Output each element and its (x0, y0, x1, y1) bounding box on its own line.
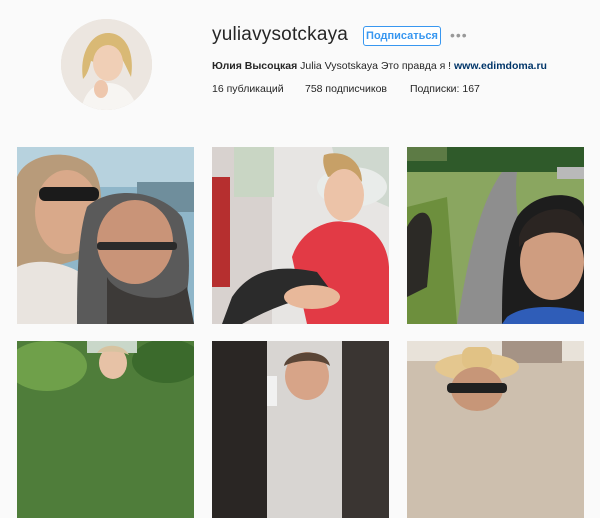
profile-bio: Юлия Высоцкая Julia Vysotskaya Это правд… (212, 60, 547, 72)
post-tile-1[interactable] (17, 147, 194, 324)
profile-bio-text: Julia Vysotskaya Это правда я ! (300, 60, 452, 72)
stat-following[interactable]: Подписки: 167 (410, 83, 480, 95)
post-tile-5[interactable] (212, 341, 389, 518)
post-tile-4[interactable] (17, 341, 194, 518)
stat-followers[interactable]: 758 подписчиков (305, 83, 387, 95)
follow-button[interactable]: Подписаться (363, 26, 441, 46)
profile-avatar[interactable] (61, 19, 152, 110)
post-tile-3[interactable] (407, 147, 584, 324)
post-tile-2[interactable] (212, 147, 389, 324)
post-tile-6[interactable] (407, 341, 584, 518)
profile-full-name: Юлия Высоцкая (212, 60, 298, 72)
stat-posts: 16 публикаций (212, 83, 284, 95)
profile-website-link[interactable]: www.edimdoma.ru (454, 60, 547, 72)
more-options-button[interactable]: ••• (450, 28, 468, 42)
profile-username: yuliavysotckaya (212, 24, 349, 45)
